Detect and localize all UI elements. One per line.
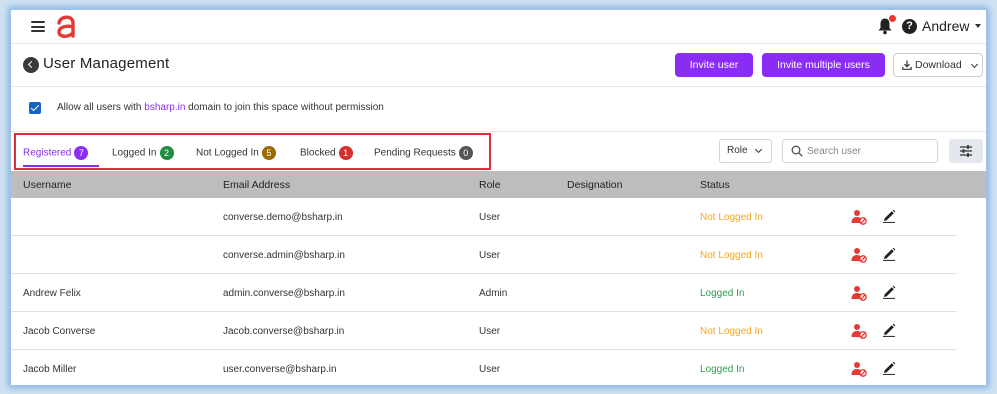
chevron-down-icon (970, 60, 979, 69)
search-icon (791, 145, 803, 157)
tab-label: Pending Requests (374, 147, 456, 159)
cell-email: user.converse@bsharp.in (223, 364, 337, 375)
download-icon (902, 60, 912, 70)
cell-email: admin.converse@bsharp.in (223, 288, 345, 299)
download-button[interactable]: Download (893, 53, 983, 77)
cell-username: Jacob Miller (23, 364, 77, 375)
block-user-icon[interactable] (851, 247, 867, 263)
tab-registered[interactable]: Registered 7 (23, 146, 89, 160)
block-user-icon[interactable] (851, 323, 867, 339)
tab-count-badge: 5 (261, 146, 276, 160)
sliders-icon (960, 145, 972, 157)
app-window: ? Andrew User Management Invite user Inv… (10, 9, 987, 386)
tab-blocked[interactable]: Blocked 1 (300, 146, 353, 160)
cell-status: Not Logged In (700, 212, 763, 223)
cell-status: Not Logged In (700, 250, 763, 261)
block-user-icon[interactable] (851, 209, 867, 225)
tab-count-badge: 2 (159, 146, 174, 160)
caret-down-icon[interactable] (975, 24, 981, 28)
column-header-designation[interactable]: Designation (567, 179, 622, 191)
block-user-icon[interactable] (851, 285, 867, 301)
page-title: User Management (43, 55, 170, 72)
cell-status: Logged In (700, 288, 745, 299)
cell-username: Jacob Converse (23, 326, 96, 337)
allow-domain-checkbox[interactable] (29, 102, 41, 114)
tab-count-badge: 0 (458, 146, 473, 160)
top-bar: ? Andrew (11, 10, 986, 44)
allow-domain-text-before: Allow all users with (57, 102, 145, 113)
edit-icon[interactable] (882, 209, 896, 223)
column-header-role[interactable]: Role (479, 179, 501, 191)
invite-multiple-users-button[interactable]: Invite multiple users (762, 53, 885, 77)
tab-count-badge: 1 (338, 146, 353, 160)
table-header: Username Email Address Role Designation … (11, 171, 986, 198)
cell-role: User (479, 364, 501, 375)
user-menu[interactable]: Andrew (922, 18, 969, 34)
column-header-username[interactable]: Username (23, 179, 71, 191)
logo-icon (57, 15, 75, 38)
column-header-status[interactable]: Status (700, 179, 730, 191)
tab-pending-requests[interactable]: Pending Requests 0 (374, 146, 473, 160)
filter-settings-button[interactable] (949, 139, 983, 163)
menu-icon[interactable] (31, 21, 45, 32)
allow-domain-text-after: domain to join this space without permis… (185, 102, 384, 113)
column-header-email[interactable]: Email Address (223, 179, 290, 191)
allow-domain-domain: bsharp.in (144, 102, 186, 113)
table-row: converse.admin@bsharp.in User Not Logged… (11, 236, 957, 274)
back-button[interactable] (23, 57, 39, 73)
help-icon[interactable]: ? (902, 19, 917, 34)
cell-email: converse.admin@bsharp.in (223, 250, 345, 261)
search-input[interactable] (807, 142, 935, 160)
cell-role: User (479, 250, 501, 261)
table-row: converse.demo@bsharp.in User Not Logged … (11, 198, 957, 236)
table-row: Andrew Felix admin.converse@bsharp.in Ad… (11, 274, 957, 312)
cell-status: Logged In (700, 364, 745, 375)
edit-icon[interactable] (882, 361, 896, 375)
cell-username: Andrew Felix (23, 288, 81, 299)
tab-not-logged-in[interactable]: Not Logged In 5 (196, 146, 276, 160)
cell-status: Not Logged In (700, 326, 763, 337)
tab-label: Registered (23, 147, 72, 159)
chevron-down-icon (754, 145, 763, 154)
role-filter-label: Role (727, 145, 748, 156)
divider (11, 86, 986, 87)
table-row: Jacob Converse Jacob.converse@bsharp.in … (11, 312, 957, 350)
tab-label: Blocked (300, 147, 336, 159)
edit-icon[interactable] (882, 285, 896, 299)
cell-email: converse.demo@bsharp.in (223, 212, 343, 223)
cell-role: User (479, 212, 501, 223)
cell-role: User (479, 326, 501, 337)
search-box[interactable] (782, 139, 938, 163)
notification-dot (889, 15, 896, 22)
tab-label: Not Logged In (196, 147, 259, 159)
cell-email: Jacob.converse@bsharp.in (223, 326, 345, 337)
tab-logged-in[interactable]: Logged In 2 (112, 146, 174, 160)
download-label: Download (915, 59, 962, 71)
invite-user-button[interactable]: Invite user (675, 53, 753, 77)
table-row: Jacob Miller user.converse@bsharp.in Use… (11, 350, 957, 385)
edit-icon[interactable] (882, 247, 896, 261)
tab-count-badge: 7 (74, 146, 89, 160)
edit-icon[interactable] (882, 323, 896, 337)
active-tab-indicator (23, 165, 99, 167)
divider (11, 131, 986, 132)
block-user-icon[interactable] (851, 361, 867, 377)
tab-label: Logged In (112, 147, 157, 159)
allow-domain-label: Allow all users with bsharp.in domain to… (57, 102, 384, 113)
role-filter-select[interactable]: Role (719, 139, 772, 163)
cell-role: Admin (479, 288, 508, 299)
